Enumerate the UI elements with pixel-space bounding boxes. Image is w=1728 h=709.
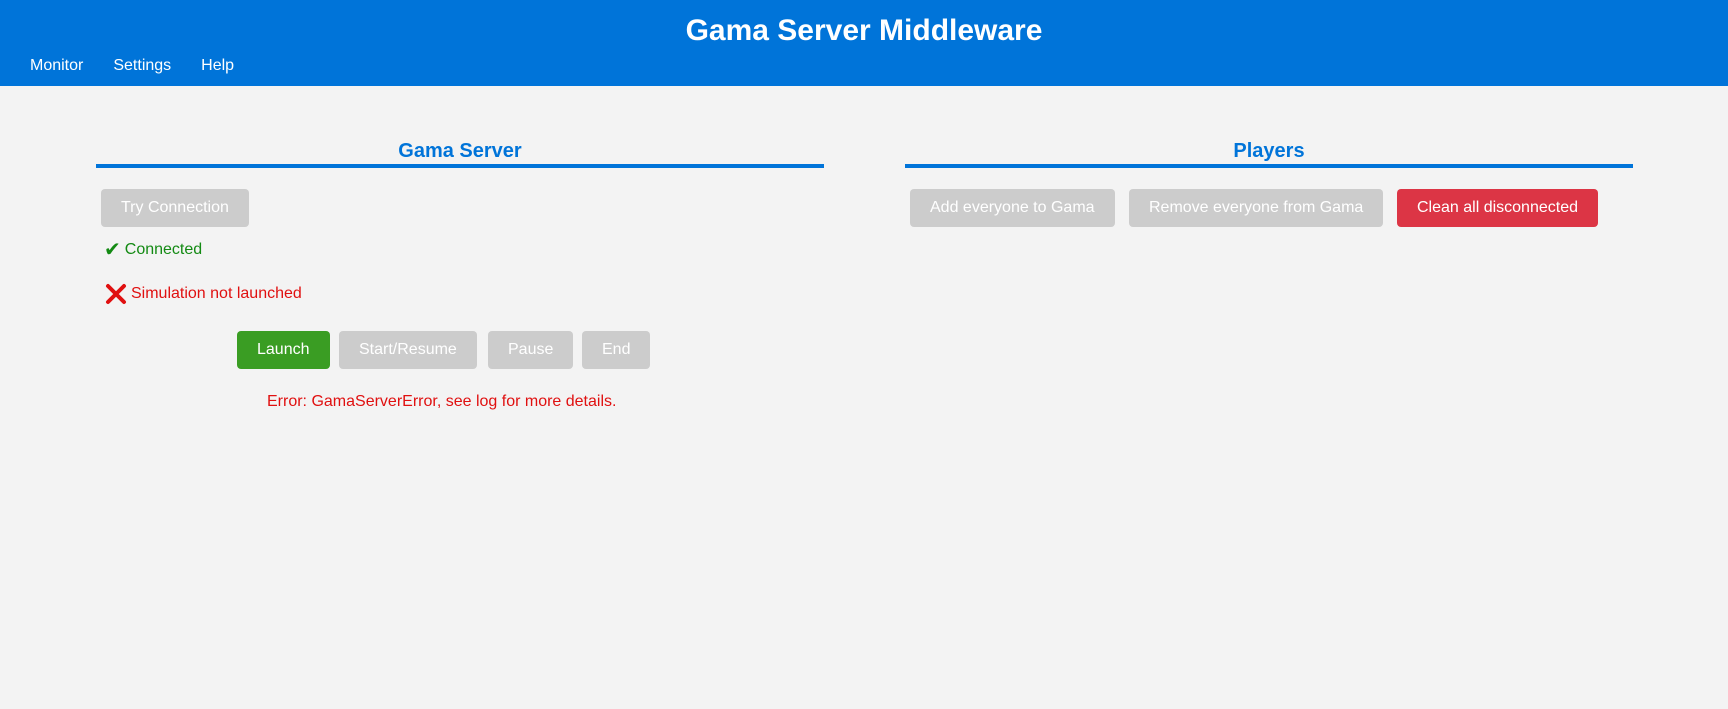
main-nav: Monitor Settings Help: [30, 55, 234, 77]
error-message: Error: GamaServerError, see log for more…: [267, 393, 617, 410]
end-button[interactable]: End: [582, 331, 651, 369]
launch-button[interactable]: Launch: [237, 331, 330, 369]
players-panel: Players Add everyone to Gama Remove ever…: [905, 138, 1633, 227]
remove-everyone-button[interactable]: Remove everyone from Gama: [1129, 189, 1384, 227]
nav-item-help[interactable]: Help: [201, 55, 234, 77]
pause-button[interactable]: Pause: [488, 331, 574, 369]
app-header: Gama Server Middleware Monitor Settings …: [0, 0, 1728, 86]
start-resume-button[interactable]: Start/Resume: [339, 331, 477, 369]
clean-disconnected-button[interactable]: Clean all disconnected: [1397, 189, 1598, 227]
simulation-status: Simulation not launched: [105, 283, 302, 305]
players-title: Players: [905, 138, 1633, 168]
gama-server-title: Gama Server: [96, 138, 824, 168]
check-icon: ✔: [104, 239, 121, 261]
connection-status: ✔ Connected: [104, 240, 202, 260]
add-everyone-button[interactable]: Add everyone to Gama: [910, 189, 1115, 227]
nav-item-monitor[interactable]: Monitor: [30, 55, 83, 77]
nav-item-settings[interactable]: Settings: [113, 55, 171, 77]
simulation-status-text: Simulation not launched: [131, 285, 302, 302]
connection-status-text: Connected: [124, 241, 203, 258]
gama-server-panel: Gama Server Try Connection ✔ Connected S…: [96, 138, 824, 410]
app-title: Gama Server Middleware: [685, 14, 1043, 47]
cross-icon: [105, 283, 127, 305]
try-connection-button[interactable]: Try Connection: [101, 189, 249, 227]
